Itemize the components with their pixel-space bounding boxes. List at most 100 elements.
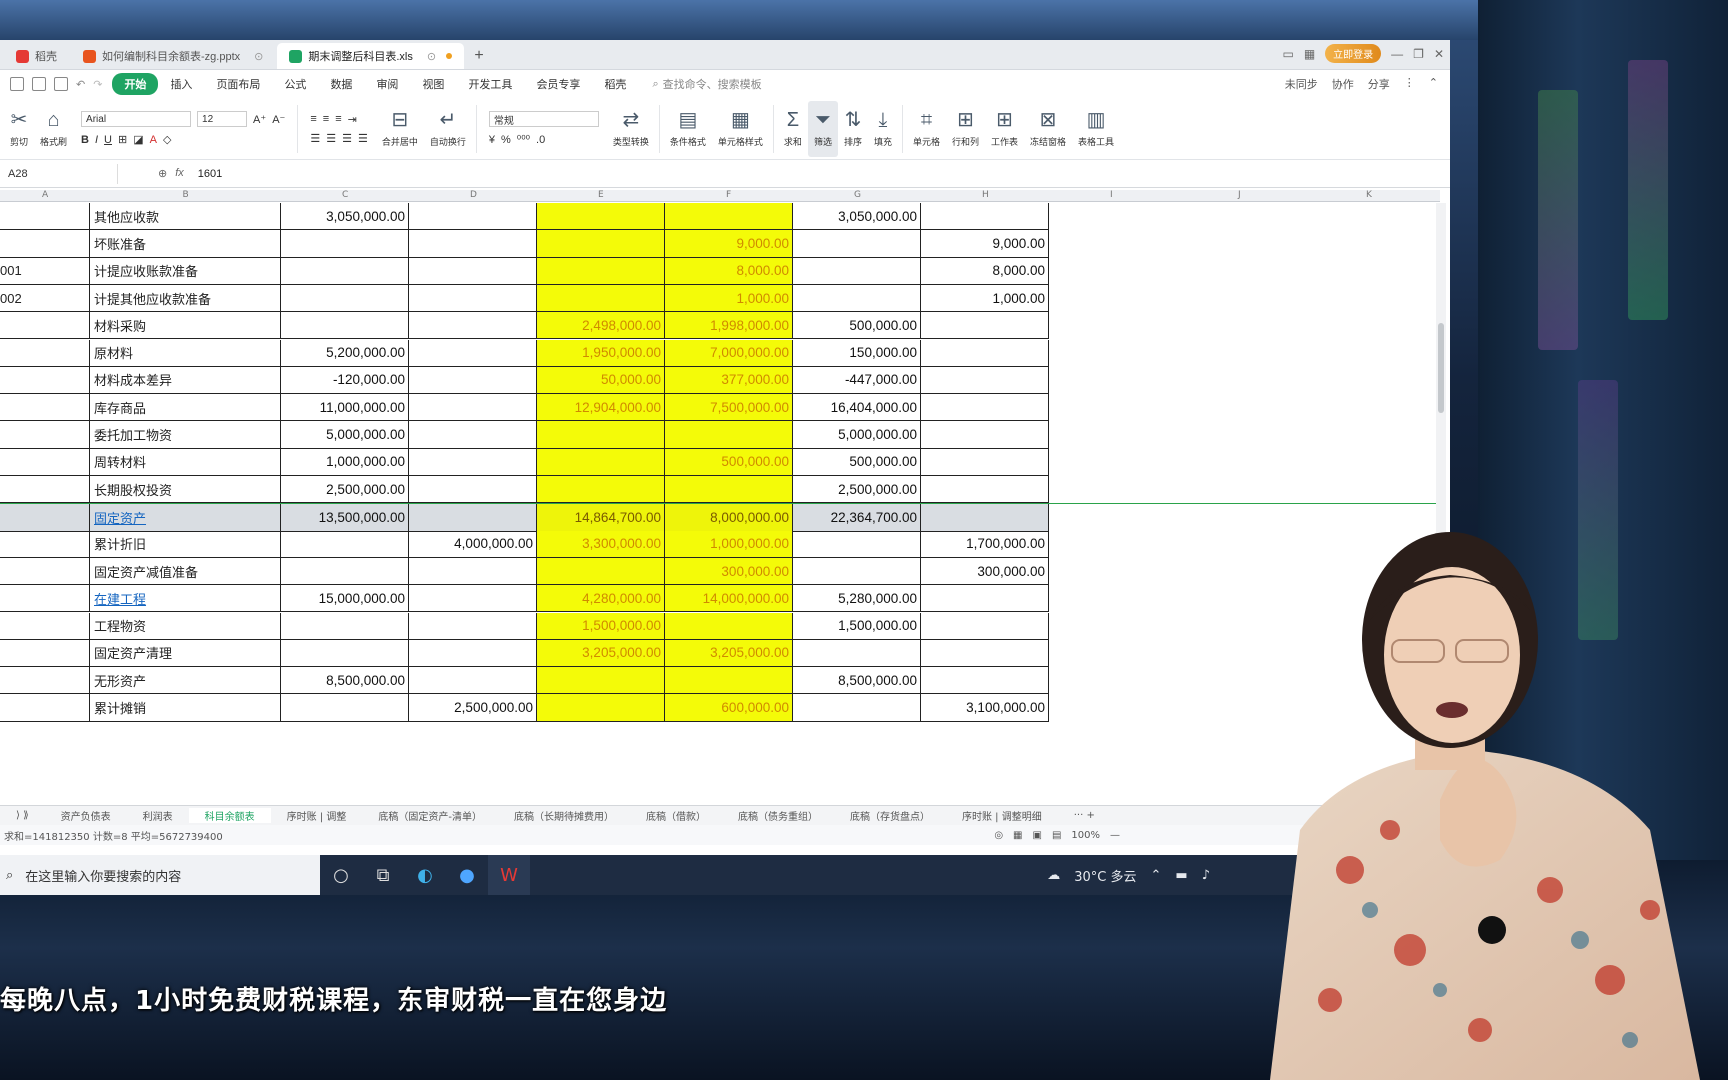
- page-view-icon[interactable]: ▣: [1033, 830, 1042, 841]
- close-icon[interactable]: ⊙: [254, 50, 263, 63]
- cell-opening-debit[interactable]: [281, 230, 409, 258]
- tray-up-icon[interactable]: ⌃: [1151, 868, 1162, 883]
- undo-icon[interactable]: ↶: [76, 78, 85, 91]
- cell-credit-amount[interactable]: 1,000.00: [665, 284, 793, 313]
- cell-opening-debit[interactable]: 13,500,000.00: [281, 504, 409, 532]
- cell-closing-credit[interactable]: 9,000.00: [921, 230, 1049, 258]
- cell-credit-amount[interactable]: [665, 203, 793, 231]
- cortana-icon[interactable]: ○: [320, 855, 362, 895]
- cell-closing-credit[interactable]: [921, 639, 1049, 668]
- cell-code[interactable]: [0, 230, 90, 258]
- row-col-button[interactable]: ⊞ 行和列: [946, 101, 985, 157]
- cell-closing-debit[interactable]: [793, 257, 921, 285]
- cell-code[interactable]: 002: [0, 284, 90, 313]
- cell-account-name[interactable]: 在建工程: [90, 585, 281, 613]
- number-format-select[interactable]: 常规: [488, 111, 599, 127]
- sheet-tab[interactable]: 科目余额表: [188, 808, 271, 823]
- cell-closing-credit[interactable]: 1,700,000.00: [921, 530, 1049, 558]
- normal-view-icon[interactable]: ▦: [1013, 830, 1022, 841]
- cell-closing-debit[interactable]: [793, 530, 921, 558]
- cell-opening-debit[interactable]: 8,500,000.00: [281, 667, 409, 695]
- cell-debit-amount[interactable]: [537, 667, 665, 695]
- zoom-out-icon[interactable]: —: [1110, 830, 1120, 841]
- cell-closing-credit[interactable]: [921, 203, 1049, 231]
- table-row[interactable]: 工程物资 1,500,000.00 1,500,000.00: [0, 612, 1440, 640]
- table-row[interactable]: 无形资产 8,500,000.00 8,500,000.00: [0, 667, 1440, 695]
- restore-icon[interactable]: ❐: [1413, 47, 1424, 61]
- cell-debit-amount[interactable]: 14,864,700.00: [537, 504, 665, 532]
- cell-opening-credit[interactable]: [409, 667, 537, 695]
- column-letter-b[interactable]: B: [183, 190, 189, 200]
- cell-opening-credit[interactable]: [409, 230, 537, 258]
- cell-credit-amount[interactable]: 1,000,000.00: [665, 530, 793, 558]
- align-top-icon[interactable]: ≡: [310, 113, 316, 125]
- cell-debit-amount[interactable]: 3,300,000.00: [537, 530, 665, 558]
- cell-code[interactable]: [0, 667, 90, 695]
- cell-button[interactable]: ⌗ 单元格: [907, 101, 946, 157]
- cell-opening-debit[interactable]: [281, 639, 409, 668]
- volume-icon[interactable]: ♪: [1202, 868, 1210, 883]
- table-row[interactable]: 库存商品 11,000,000.00 12,904,000.00 7,500,000.…: [0, 394, 1440, 422]
- cell-code[interactable]: [0, 339, 90, 367]
- cell-opening-debit[interactable]: 3,050,000.00: [281, 203, 409, 231]
- cell-code[interactable]: [0, 612, 90, 640]
- cell-opening-credit[interactable]: 4,000,000.00: [409, 530, 537, 558]
- cell-credit-amount[interactable]: 500,000.00: [665, 448, 793, 476]
- menu-member[interactable]: 会员专享: [524, 73, 592, 95]
- cell-account-name[interactable]: 材料成本差异: [90, 366, 281, 395]
- cell-credit-amount[interactable]: 377,000.00: [665, 366, 793, 395]
- share-button[interactable]: 分享: [1368, 76, 1390, 92]
- cell-opening-debit[interactable]: 5,000,000.00: [281, 421, 409, 449]
- worksheet-button[interactable]: ⊞ 工作表: [985, 101, 1024, 157]
- tab-daoke[interactable]: 稻壳: [4, 43, 69, 69]
- cell-opening-debit[interactable]: [281, 612, 409, 640]
- cell-opening-debit[interactable]: 1,000,000.00: [281, 448, 409, 476]
- cell-opening-debit[interactable]: [281, 284, 409, 313]
- cell-opening-credit[interactable]: [409, 366, 537, 395]
- redo-icon[interactable]: ↷: [93, 78, 102, 91]
- task-view-icon[interactable]: ⧉: [362, 855, 404, 895]
- cell-closing-credit[interactable]: [921, 585, 1049, 613]
- align-center-icon[interactable]: ☰: [326, 132, 336, 145]
- thousands-icon[interactable]: ⁰⁰⁰: [517, 133, 530, 146]
- cell-debit-amount[interactable]: [537, 557, 665, 586]
- conditional-format-button[interactable]: ▤ 条件格式: [664, 101, 712, 157]
- table-row[interactable]: 委托加工物资 5,000,000.00 5,000,000.00: [0, 421, 1440, 449]
- close-icon[interactable]: ⊙: [427, 50, 436, 63]
- add-sheet-icon[interactable]: ··· +: [1058, 810, 1111, 821]
- column-letter-g[interactable]: G: [854, 190, 861, 200]
- cell-opening-debit[interactable]: [281, 257, 409, 285]
- cell-closing-debit[interactable]: 2,500,000.00: [793, 476, 921, 504]
- table-row[interactable]: 其他应收款 3,050,000.00 3,050,000.00: [0, 203, 1440, 231]
- decrease-font-icon[interactable]: A⁻: [272, 113, 285, 126]
- cell-account-name[interactable]: 固定资产清理: [90, 639, 281, 668]
- cell-credit-amount[interactable]: 8,000,000.00: [665, 504, 793, 532]
- cell-closing-debit[interactable]: 22,364,700.00: [793, 504, 921, 532]
- cell-code[interactable]: [0, 312, 90, 340]
- sheet-tab[interactable]: 底稿（存货盘点）: [834, 808, 946, 823]
- table-row[interactable]: 周转材料 1,000,000.00 500,000.00 500,000.00: [0, 448, 1440, 476]
- cell-opening-credit[interactable]: [409, 639, 537, 668]
- cell-account-name[interactable]: 其他应收款: [90, 203, 281, 231]
- cell-debit-amount[interactable]: 12,904,000.00: [537, 394, 665, 422]
- cell-debit-amount[interactable]: 50,000.00: [537, 366, 665, 395]
- sheet-tab[interactable]: 底稿（长期待摊费用）: [498, 808, 630, 823]
- cell-account-name[interactable]: 累计折旧: [90, 530, 281, 558]
- currency-icon[interactable]: ¥: [489, 134, 495, 146]
- wps-icon[interactable]: W: [488, 855, 530, 895]
- sheet-tab[interactable]: 资产负债表: [45, 808, 127, 823]
- cell-closing-debit[interactable]: [793, 639, 921, 668]
- cell-closing-credit[interactable]: [921, 421, 1049, 449]
- column-letter-f[interactable]: F: [726, 190, 731, 200]
- more-icon[interactable]: ⋮: [1404, 76, 1415, 92]
- percent-icon[interactable]: %: [501, 134, 511, 146]
- cell-closing-credit[interactable]: [921, 612, 1049, 640]
- cell-opening-credit[interactable]: [409, 476, 537, 504]
- cell-closing-credit[interactable]: [921, 339, 1049, 367]
- cell-debit-amount[interactable]: [537, 421, 665, 449]
- table-tools-button[interactable]: ▥ 表格工具: [1072, 101, 1120, 157]
- menu-formulas[interactable]: 公式: [272, 73, 318, 95]
- cell-credit-amount[interactable]: 9,000.00: [665, 230, 793, 258]
- italic-icon[interactable]: I: [95, 134, 98, 146]
- cell-debit-amount[interactable]: [537, 230, 665, 258]
